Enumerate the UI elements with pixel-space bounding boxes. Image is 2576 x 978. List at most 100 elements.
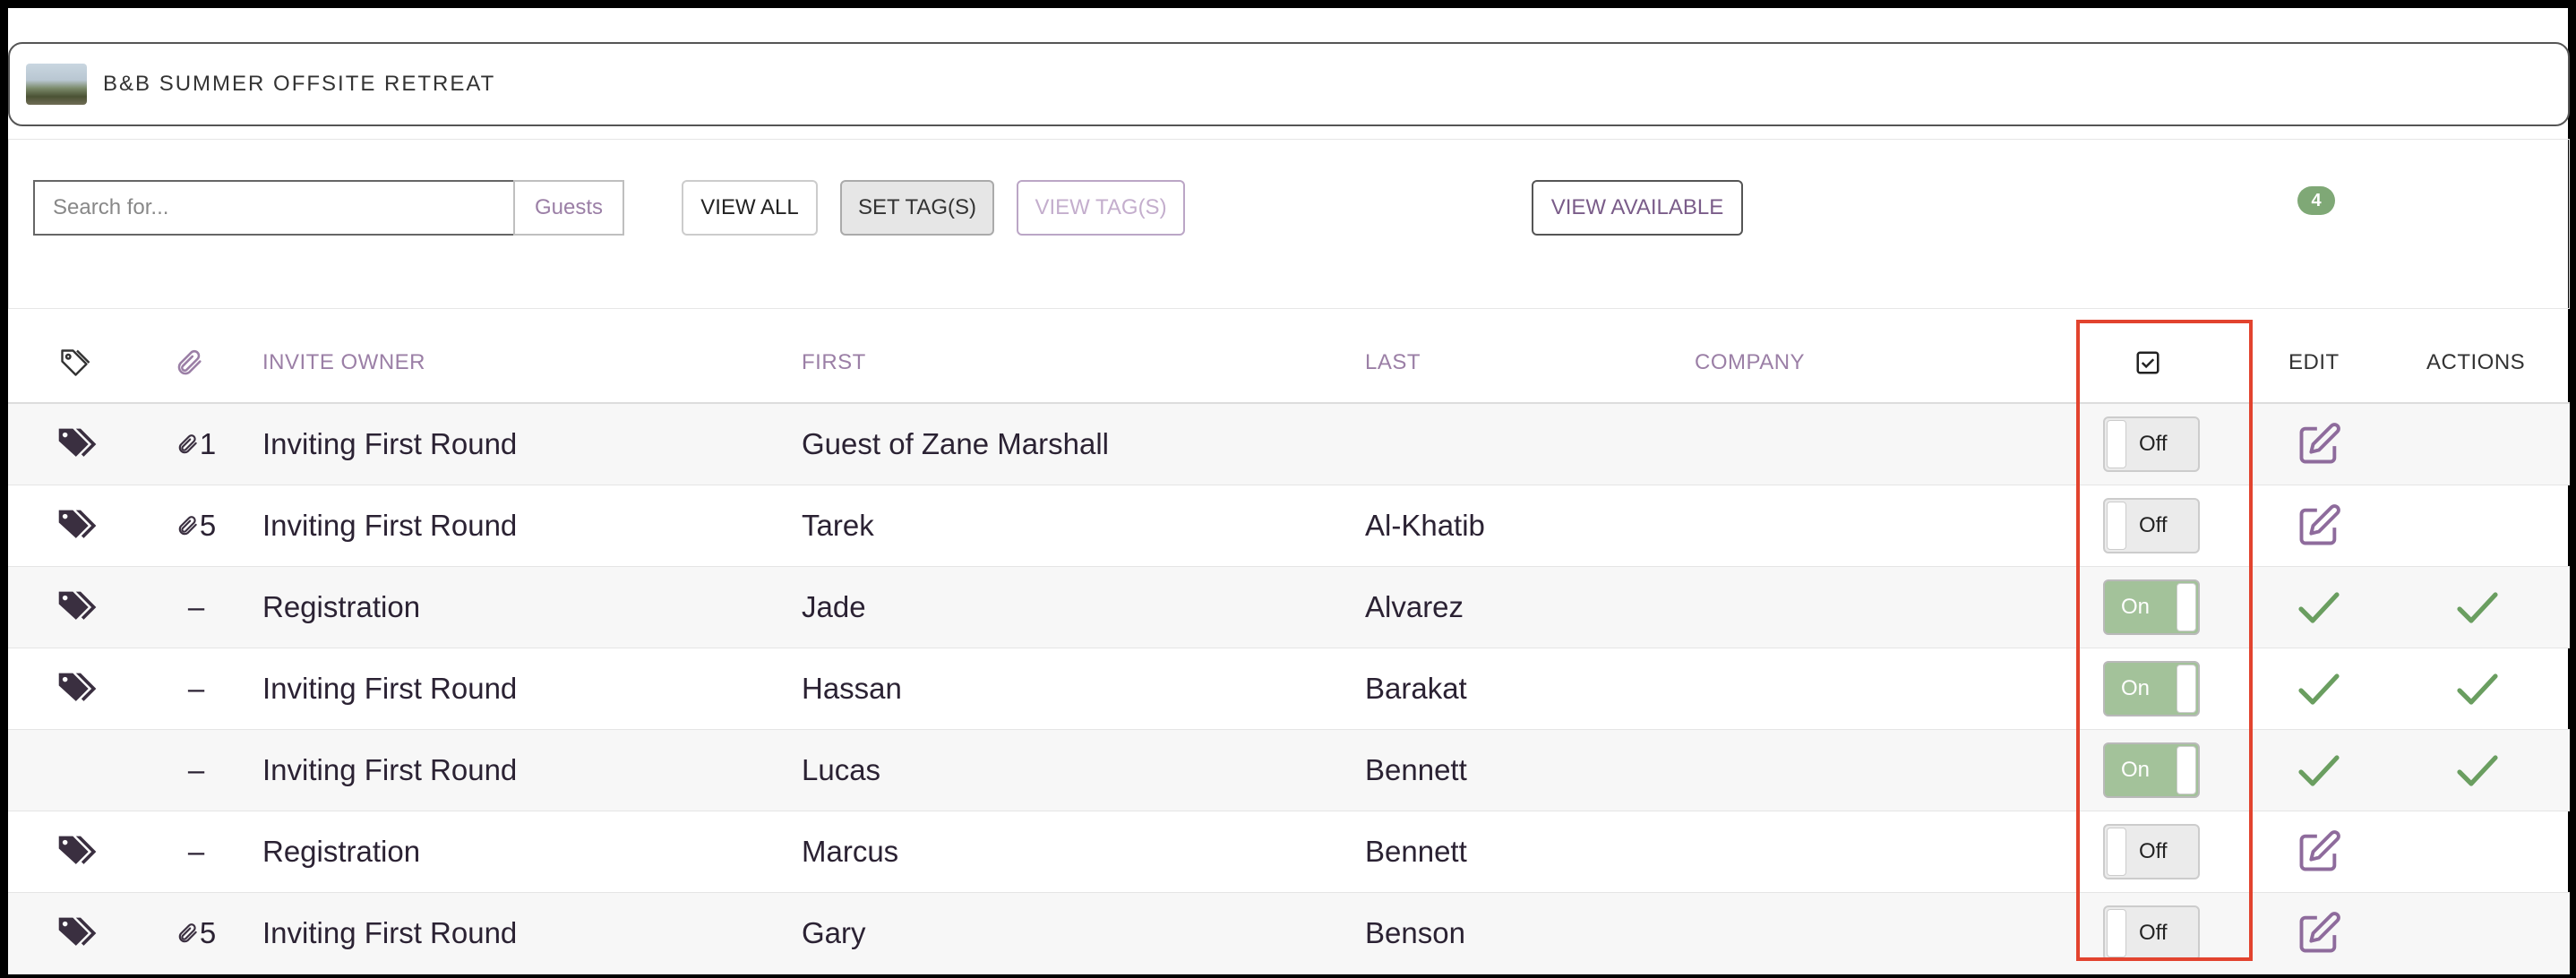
row-first-name: Gary (802, 916, 866, 949)
attendance-toggle[interactable]: Off (2103, 905, 2200, 961)
attachment-count: – (187, 672, 205, 705)
row-tag-cell[interactable] (49, 404, 112, 485)
row-actions-cell (2437, 730, 2518, 811)
tag-outline-icon (61, 348, 90, 376)
paperclip-icon (178, 923, 197, 943)
search-input[interactable] (33, 180, 513, 236)
event-thumbnail (26, 64, 87, 105)
toggle-knob (2107, 828, 2126, 876)
table-row[interactable]: 5 Inviting First Round Tarek Al-Khatib Off (8, 485, 2570, 567)
toolbar: Guests VIEW ALL SET TAG(S) VIEW TAG(S) V… (8, 139, 2570, 309)
paperclip-icon (178, 434, 197, 454)
tag-solid-icon (58, 428, 97, 457)
attendance-toggle[interactable]: On (2103, 661, 2200, 716)
check-icon (2457, 755, 2498, 786)
attachment-count: – (187, 753, 205, 786)
select-all-checkbox[interactable] (2134, 321, 2161, 404)
last-name-header[interactable]: LAST (1365, 321, 1421, 404)
toggle-knob (2107, 502, 2126, 550)
row-last-name: Bennett (1365, 835, 1467, 868)
row-last-name: Al-Khatib (1365, 509, 1485, 542)
view-available-button[interactable]: VIEW AVAILABLE (1532, 180, 1743, 236)
row-toggle-cell: Off (2102, 811, 2201, 892)
row-tag-cell[interactable] (49, 811, 112, 892)
row-tag-cell[interactable] (49, 567, 112, 648)
event-header[interactable]: B&B SUMMER OFFSITE RETREAT (8, 42, 2570, 126)
row-toggle-cell: Off (2102, 893, 2201, 974)
row-actions-cell (2437, 567, 2518, 648)
row-tag-cell[interactable] (49, 648, 112, 729)
tag-solid-icon (58, 917, 97, 946)
search-scope-label: Guests (513, 180, 624, 236)
row-first-name: Hassan (802, 672, 902, 705)
table-body: 1 Inviting First Round Guest of Zane Marsh… (8, 404, 2570, 974)
tag-column-header[interactable] (58, 321, 90, 404)
attendance-toggle[interactable]: Off (2103, 498, 2200, 553)
check-icon (2298, 592, 2340, 623)
view-tags-button[interactable]: VIEW TAG(S) (1017, 180, 1185, 236)
row-actions-cell (2437, 648, 2518, 729)
row-first-name: Marcus (802, 835, 899, 868)
attendance-toggle[interactable]: On (2103, 579, 2200, 635)
table-row[interactable]: – Inviting First Round Lucas Bennett On (8, 730, 2570, 811)
search-group: Guests (33, 180, 624, 236)
row-first-name: Guest of Zane Marshall (802, 427, 1109, 460)
attachment-count: 1 (199, 427, 217, 460)
attachment-count-group[interactable]: 5 (176, 916, 216, 950)
row-invite-owner: Inviting First Round (262, 672, 518, 705)
check-icon (2457, 673, 2498, 705)
guest-table: INVITE OWNER FIRST LAST COMPANY EDIT ACT… (8, 321, 2570, 974)
row-attachments-cell: – (160, 730, 232, 811)
company-header[interactable]: COMPANY (1695, 321, 1805, 404)
set-tags-button[interactable]: SET TAG(S) (840, 180, 994, 236)
first-name-header[interactable]: FIRST (802, 321, 866, 404)
attachment-count: 5 (199, 916, 217, 949)
row-last-name: Bennett (1365, 753, 1467, 786)
row-attachments-cell: – (160, 567, 232, 648)
table-row[interactable]: 1 Inviting First Round Guest of Zane Marsh… (8, 404, 2570, 485)
row-tag-cell[interactable] (49, 485, 112, 566)
attendance-toggle[interactable]: On (2103, 742, 2200, 798)
toggle-knob (2107, 909, 2126, 957)
row-actions-cell (2437, 893, 2518, 974)
attendance-toggle[interactable]: Off (2103, 824, 2200, 879)
table-row[interactable]: – Registration Jade Alvarez On (8, 567, 2570, 648)
row-edit-cell[interactable] (2283, 811, 2355, 892)
toggle-knob (2177, 746, 2196, 794)
row-toggle-cell: On (2102, 648, 2201, 729)
attachment-count: – (187, 835, 205, 868)
row-attachments-cell: 5 (160, 893, 232, 974)
invite-owner-header[interactable]: INVITE OWNER (262, 321, 425, 404)
row-last-name: Benson (1365, 916, 1465, 949)
actions-header: ACTIONS (2426, 349, 2526, 374)
tag-solid-icon (58, 510, 97, 538)
table-row[interactable]: 5 Inviting First Round Gary Benson Off (8, 893, 2570, 974)
toggle-label: Off (2139, 921, 2168, 945)
toggle-label: Off (2139, 513, 2168, 537)
toggle-label: On (2121, 676, 2151, 700)
view-all-button[interactable]: VIEW ALL (682, 180, 818, 236)
table-row[interactable]: – Registration Marcus Bennett Off (8, 811, 2570, 893)
row-toggle-cell: On (2102, 730, 2201, 811)
row-invite-owner: Inviting First Round (262, 427, 518, 460)
paperclip-icon (178, 516, 197, 536)
row-first-name: Jade (802, 590, 866, 623)
attachment-column-header[interactable] (175, 321, 205, 404)
attendance-toggle[interactable]: Off (2103, 416, 2200, 472)
row-edit-cell[interactable] (2283, 404, 2355, 485)
row-toggle-cell: On (2102, 567, 2201, 648)
attachment-count-group[interactable]: 5 (176, 509, 216, 543)
toggle-label: Off (2139, 839, 2168, 863)
toggle-knob (2177, 583, 2196, 631)
attachment-count-group[interactable]: 1 (176, 427, 216, 461)
table-row[interactable]: – Inviting First Round Hassan Barakat On (8, 648, 2570, 730)
row-edit-cell[interactable] (2283, 893, 2355, 974)
row-tag-cell[interactable] (49, 893, 112, 974)
row-edit-cell[interactable] (2283, 485, 2355, 566)
row-first-name: Tarek (802, 509, 874, 542)
row-invite-owner: Registration (262, 590, 421, 623)
row-invite-owner: Registration (262, 835, 421, 868)
row-invite-owner: Inviting First Round (262, 753, 518, 786)
row-edit-cell (2283, 648, 2355, 729)
edit-icon (2299, 504, 2340, 545)
